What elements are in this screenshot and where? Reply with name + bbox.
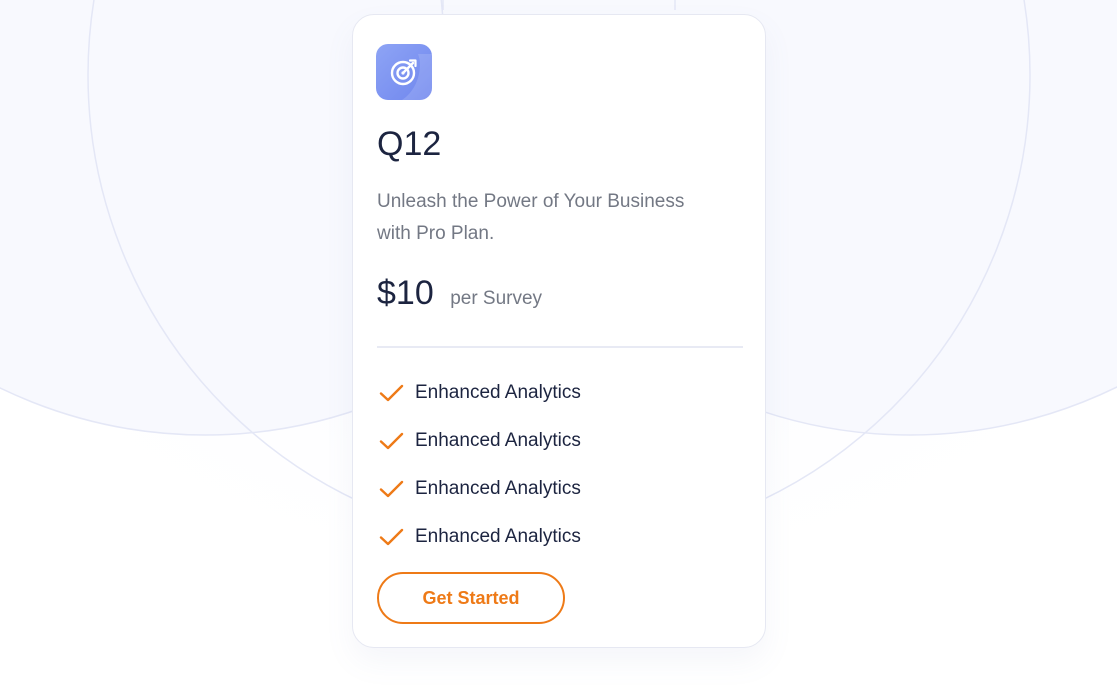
feature-label: Enhanced Analytics — [415, 430, 581, 451]
card-divider — [377, 346, 743, 348]
feature-item: Enhanced Analytics — [377, 417, 581, 465]
check-icon — [379, 432, 404, 450]
target-icon — [376, 44, 432, 100]
feature-label: Enhanced Analytics — [415, 478, 581, 499]
price-unit: per Survey — [450, 288, 543, 309]
pricing-card: Q12 Unleash the Power of Your Business w… — [352, 14, 766, 648]
get-started-button[interactable]: Get Started — [377, 572, 565, 624]
feature-item: Enhanced Analytics — [377, 369, 581, 417]
feature-item: Enhanced Analytics — [377, 513, 581, 561]
background-arc-top — [442, 0, 676, 10]
check-icon — [379, 384, 404, 402]
feature-item: Enhanced Analytics — [377, 465, 581, 513]
price-row: $10 per Survey — [377, 273, 542, 313]
check-icon — [379, 480, 404, 498]
check-icon — [379, 528, 404, 546]
feature-label: Enhanced Analytics — [415, 526, 581, 547]
plan-description: Unleash the Power of Your Business with … — [377, 191, 685, 244]
feature-list: Enhanced Analytics Enhanced Analytics En… — [377, 369, 581, 561]
plan-price: $10 — [377, 274, 434, 312]
feature-label: Enhanced Analytics — [415, 382, 581, 403]
plan-name: Q12 — [377, 125, 442, 163]
